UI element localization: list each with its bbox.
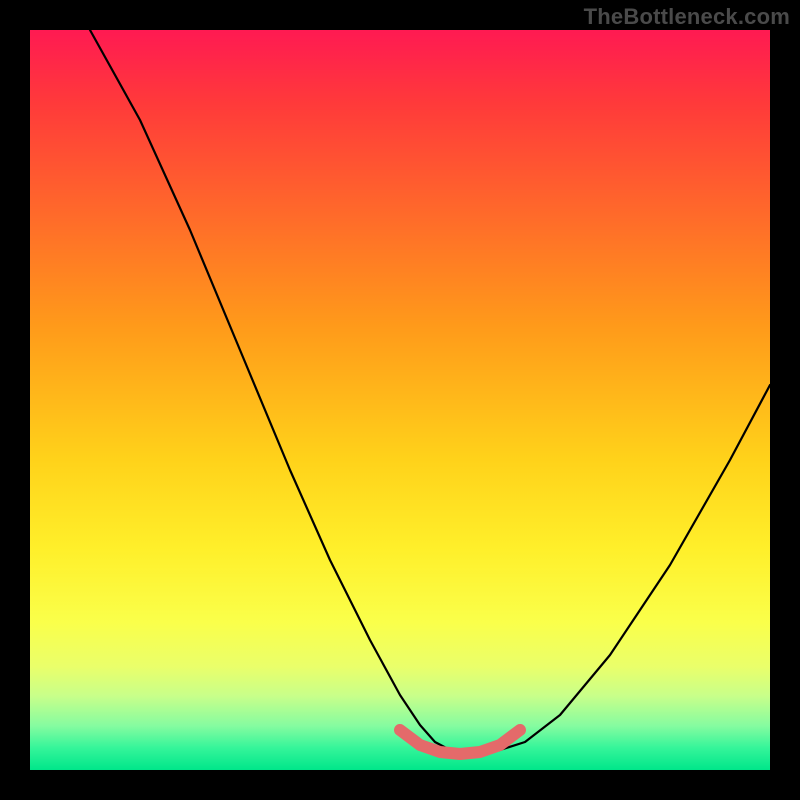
chart-svg <box>30 30 770 770</box>
bottleneck-bump <box>400 730 520 754</box>
bottleneck-curve <box>90 30 770 754</box>
watermark-text: TheBottleneck.com <box>584 4 790 30</box>
plot-area <box>30 30 770 770</box>
chart-frame: TheBottleneck.com <box>0 0 800 800</box>
